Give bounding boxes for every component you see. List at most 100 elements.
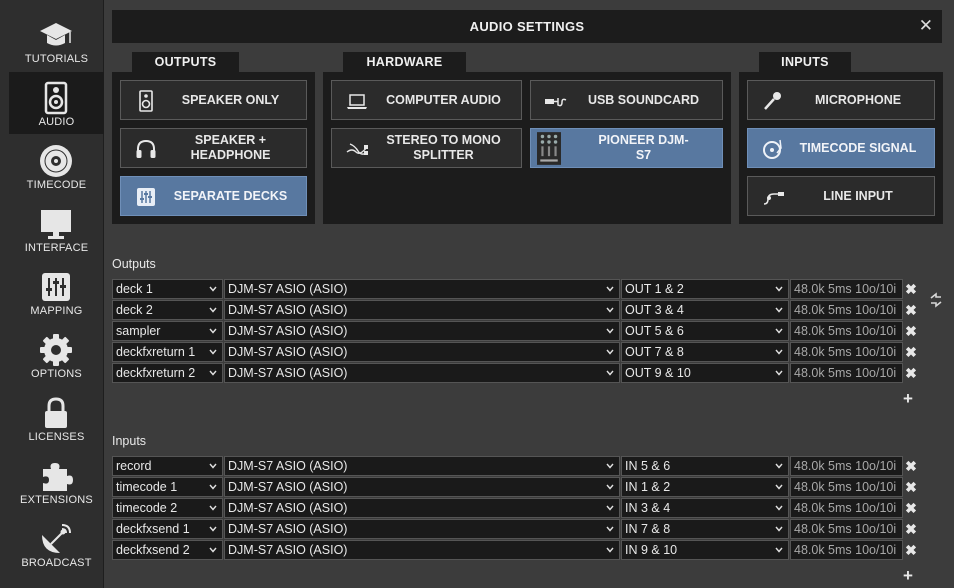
remove-row-icon[interactable]: ✖	[904, 499, 918, 517]
sidebar-item-tutorials[interactable]: TUTORIALS	[9, 9, 104, 71]
channel-value: deckfxreturn 2	[116, 366, 196, 380]
device-info-value: 48.0k 5ms 10o/10i	[794, 303, 897, 317]
device-select[interactable]: DJM-S7 ASIO (ASIO)	[224, 456, 620, 476]
channel-select[interactable]: deckfxreturn 2	[112, 363, 223, 383]
sidebar-item-licenses[interactable]: LICENSES	[9, 387, 104, 449]
device-select[interactable]: DJM-S7 ASIO (ASIO)	[224, 342, 620, 362]
swap-arrows-icon[interactable]	[928, 292, 944, 308]
device-select[interactable]: DJM-S7 ASIO (ASIO)	[224, 477, 620, 497]
port-select[interactable]: IN 1 & 2	[621, 477, 789, 497]
sidebar: TUTORIALS AUDIO TIMECODE INTERFACE MAPPI…	[0, 0, 104, 588]
device-value: DJM-S7 ASIO (ASIO)	[228, 324, 348, 338]
remove-row-icon[interactable]: ✖	[904, 541, 918, 559]
add-input-button[interactable]: +	[901, 567, 915, 584]
device-select[interactable]: DJM-S7 ASIO (ASIO)	[224, 363, 620, 383]
chevron-down-icon	[775, 505, 783, 511]
table-row: deckfxsend 2 DJM-S7 ASIO (ASIO) IN 9 & 10 4…	[112, 540, 922, 560]
device-value: DJM-S7 ASIO (ASIO)	[228, 282, 348, 296]
port-select[interactable]: IN 9 & 10	[621, 540, 789, 560]
usb-soundcard-button[interactable]: USB SOUNDCARD	[530, 80, 723, 120]
channel-value: deckfxreturn 1	[116, 345, 196, 359]
vinyl-icon	[40, 145, 72, 177]
device-select[interactable]: DJM-S7 ASIO (ASIO)	[224, 279, 620, 299]
timecode-signal-button[interactable]: TIMECODE SIGNAL	[747, 128, 935, 168]
device-info: 48.0k 5ms 10o/10i	[790, 456, 903, 476]
remove-row-icon[interactable]: ✖	[904, 343, 918, 361]
sidebar-item-label: AUDIO	[38, 116, 75, 128]
channel-select[interactable]: deck 2	[112, 300, 223, 320]
port-select[interactable]: OUT 5 & 6	[621, 321, 789, 341]
channel-select[interactable]: deck 1	[112, 279, 223, 299]
button-label: MICROPHONE	[814, 92, 902, 107]
device-info: 48.0k 5ms 10o/10i	[790, 321, 903, 341]
remove-row-icon[interactable]: ✖	[904, 364, 918, 382]
computer-audio-button[interactable]: COMPUTER AUDIO	[331, 80, 522, 120]
port-value: IN 1 & 2	[625, 480, 671, 494]
table-row: timecode 1 DJM-S7 ASIO (ASIO) IN 1 & 2 48.0…	[112, 477, 922, 497]
sidebar-item-broadcast[interactable]: BROADCAST	[9, 513, 104, 575]
remove-row-icon[interactable]: ✖	[904, 280, 918, 298]
channel-value: record	[116, 459, 152, 473]
speaker-headphone-button[interactable]: SPEAKER + HEADPHONE	[120, 128, 307, 168]
button-label: PIONEER DJM-S7	[598, 133, 689, 162]
satellite-dish-icon	[42, 524, 71, 553]
pioneer-djm-s7-button[interactable]: PIONEER DJM-S7	[530, 128, 723, 168]
device-select[interactable]: DJM-S7 ASIO (ASIO)	[224, 519, 620, 539]
chevron-down-icon	[209, 328, 217, 334]
add-output-button[interactable]: +	[901, 390, 915, 407]
lock-icon	[45, 397, 67, 428]
channel-select[interactable]: timecode 1	[112, 477, 223, 497]
device-select[interactable]: DJM-S7 ASIO (ASIO)	[224, 498, 620, 518]
chevron-down-icon	[775, 286, 783, 292]
port-select[interactable]: IN 3 & 4	[621, 498, 789, 518]
port-select[interactable]: OUT 7 & 8	[621, 342, 789, 362]
table-row: deck 1 DJM-S7 ASIO (ASIO) OUT 1 & 2 48.0k 5…	[112, 279, 922, 299]
channel-select[interactable]: timecode 2	[112, 498, 223, 518]
headphones-icon	[136, 139, 156, 158]
separate-decks-button[interactable]: SEPARATE DECKS	[120, 176, 307, 216]
sidebar-item-timecode[interactable]: TIMECODE	[9, 135, 104, 197]
port-select[interactable]: IN 7 & 8	[621, 519, 789, 539]
splitter-cable-icon	[346, 143, 368, 155]
device-info-value: 48.0k 5ms 10o/10i	[794, 543, 897, 557]
device-select[interactable]: DJM-S7 ASIO (ASIO)	[224, 300, 620, 320]
port-select[interactable]: OUT 3 & 4	[621, 300, 789, 320]
device-info: 48.0k 5ms 10o/10i	[790, 540, 903, 560]
remove-row-icon[interactable]: ✖	[904, 457, 918, 475]
microphone-button[interactable]: MICROPHONE	[747, 80, 935, 120]
close-icon[interactable]: ✕	[919, 16, 933, 36]
device-info-value: 48.0k 5ms 10o/10i	[794, 345, 897, 359]
port-select[interactable]: OUT 9 & 10	[621, 363, 789, 383]
speaker-icon	[139, 90, 153, 112]
device-select[interactable]: DJM-S7 ASIO (ASIO)	[224, 321, 620, 341]
channel-select[interactable]: sampler	[112, 321, 223, 341]
sidebar-item-options[interactable]: OPTIONS	[9, 324, 104, 386]
remove-row-icon[interactable]: ✖	[904, 478, 918, 496]
channel-value: timecode 1	[116, 480, 178, 494]
channel-select[interactable]: record	[112, 456, 223, 476]
chevron-down-icon	[606, 370, 614, 376]
device-info-value: 48.0k 5ms 10o/10i	[794, 282, 897, 296]
device-select[interactable]: DJM-S7 ASIO (ASIO)	[224, 540, 620, 560]
sidebar-item-extensions[interactable]: EXTENSIONS	[9, 450, 104, 512]
port-select[interactable]: OUT 1 & 2	[621, 279, 789, 299]
remove-row-icon[interactable]: ✖	[904, 520, 918, 538]
sidebar-item-interface[interactable]: INTERFACE	[9, 198, 104, 260]
channel-select[interactable]: deckfxsend 1	[112, 519, 223, 539]
sidebar-item-mapping[interactable]: MAPPING	[9, 261, 104, 323]
remove-row-icon[interactable]: ✖	[904, 322, 918, 340]
speaker-only-button[interactable]: SPEAKER ONLY	[120, 80, 307, 120]
port-value: OUT 1 & 2	[625, 282, 684, 296]
sidebar-item-label: TUTORIALS	[24, 53, 89, 65]
button-label: SPEAKER ONLY	[181, 92, 280, 107]
monitor-icon	[41, 210, 71, 239]
line-input-button[interactable]: LINE INPUT	[747, 176, 935, 216]
stereo-to-mono-splitter-button[interactable]: STEREO TO MONO SPLITTER	[331, 128, 522, 168]
remove-row-icon[interactable]: ✖	[904, 301, 918, 319]
port-select[interactable]: IN 5 & 6	[621, 456, 789, 476]
sliders-icon	[42, 273, 70, 301]
sidebar-item-audio[interactable]: AUDIO	[9, 72, 104, 134]
channel-select[interactable]: deckfxsend 2	[112, 540, 223, 560]
outputs-section-label: Outputs	[112, 257, 156, 271]
channel-select[interactable]: deckfxreturn 1	[112, 342, 223, 362]
